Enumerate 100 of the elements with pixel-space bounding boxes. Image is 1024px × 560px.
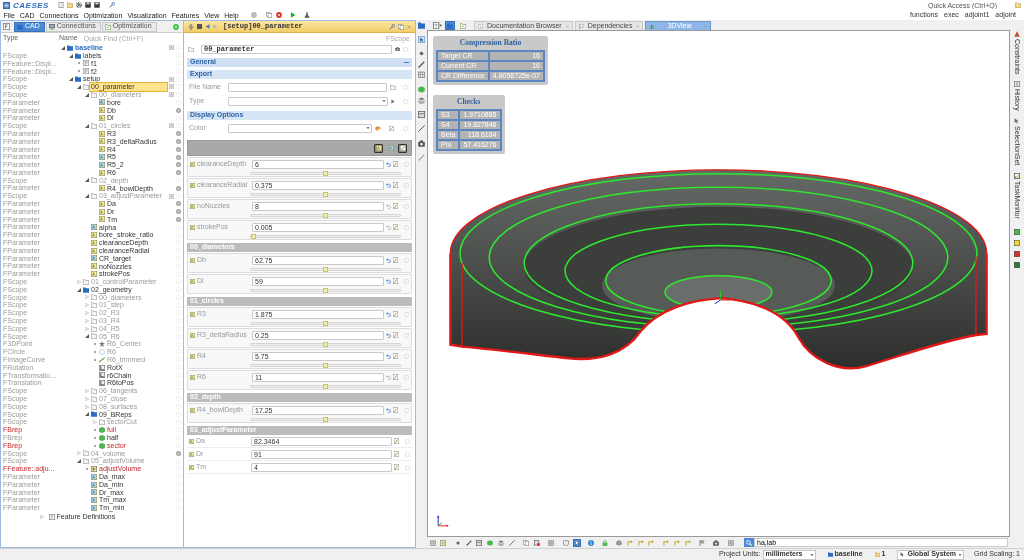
- ring-icon[interactable]: [404, 332, 409, 338]
- edit-icon[interactable]: [393, 257, 398, 263]
- ring-icon[interactable]: [404, 353, 409, 359]
- ring-icon[interactable]: [176, 162, 181, 168]
- copy-icon[interactable]: [266, 12, 273, 18]
- slider-thumb[interactable]: [323, 384, 328, 389]
- layers-icon[interactable]: [498, 539, 504, 546]
- ring-icon[interactable]: [404, 257, 409, 263]
- toggle-button[interactable]: [398, 143, 407, 153]
- edit-icon[interactable]: [393, 161, 398, 167]
- slider-thumb[interactable]: [323, 267, 328, 272]
- edit-icon[interactable]: [393, 311, 398, 317]
- dot-icon[interactable]: [418, 49, 425, 57]
- ring-icon[interactable]: [404, 278, 409, 284]
- ring-icon[interactable]: [404, 407, 409, 413]
- flag-icon[interactable]: [699, 539, 705, 546]
- ring-icon[interactable]: [176, 131, 181, 137]
- move-icon[interactable]: [188, 23, 194, 30]
- caret-icon[interactable]: [68, 77, 73, 82]
- edit-icon[interactable]: [393, 332, 398, 338]
- play-icon[interactable]: [391, 98, 395, 104]
- edit-icon[interactable]: [393, 203, 398, 209]
- square-icon[interactable]: [1014, 251, 1020, 258]
- edit-icon[interactable]: [393, 278, 398, 284]
- ring-icon[interactable]: [405, 464, 410, 470]
- slider-thumb[interactable]: [323, 363, 328, 368]
- edit-icon[interactable]: [393, 182, 398, 188]
- grid-icon[interactable]: [548, 539, 554, 546]
- caret-icon[interactable]: [76, 459, 81, 464]
- line-icon[interactable]: [418, 124, 425, 132]
- folder-icon[interactable]: [1015, 2, 1021, 8]
- slider-thumb[interactable]: [323, 417, 328, 422]
- info-icon[interactable]: [588, 539, 594, 546]
- ring-icon[interactable]: [176, 154, 181, 160]
- undo-icon[interactable]: [386, 161, 391, 167]
- ring-icon[interactable]: [176, 201, 181, 207]
- toggle-button[interactable]: [573, 538, 581, 547]
- ring-icon[interactable]: [404, 374, 409, 380]
- circle-icon[interactable]: [251, 12, 258, 18]
- slider-thumb[interactable]: [323, 192, 328, 197]
- slider-thumb[interactable]: [323, 288, 328, 293]
- ring-icon[interactable]: [404, 161, 409, 167]
- caret-icon[interactable]: [84, 412, 89, 417]
- ring-icon[interactable]: [404, 182, 409, 188]
- ring-icon[interactable]: [405, 451, 410, 457]
- grid-icon[interactable]: [430, 539, 436, 546]
- copy-icon[interactable]: [398, 23, 404, 30]
- undo-icon[interactable]: [386, 257, 391, 263]
- ring-icon[interactable]: [176, 185, 181, 191]
- undo-icon[interactable]: [386, 203, 391, 209]
- toggle-button[interactable]: [562, 538, 570, 547]
- grid-icon[interactable]: [433, 22, 442, 29]
- copy-icon[interactable]: [523, 539, 529, 546]
- save-icon[interactable]: [84, 2, 91, 8]
- dropdown-field[interactable]: [228, 96, 388, 106]
- input-field[interactable]: [228, 82, 387, 92]
- ring-icon[interactable]: [404, 203, 409, 209]
- pen-icon[interactable]: [418, 60, 425, 68]
- undo-icon[interactable]: [386, 311, 391, 317]
- dropdown-field[interactable]: [228, 123, 372, 133]
- layers-icon[interactable]: [418, 96, 425, 104]
- caret-icon[interactable]: [84, 123, 89, 128]
- slider-thumb[interactable]: [323, 213, 328, 218]
- slider-thumb[interactable]: [323, 171, 328, 176]
- line-icon[interactable]: [509, 539, 515, 546]
- ring-icon[interactable]: [403, 98, 408, 104]
- settings-icon[interactable]: [75, 2, 82, 8]
- caret-icon[interactable]: [84, 334, 89, 339]
- square-icon[interactable]: [3, 23, 10, 30]
- toggle-button[interactable]: [374, 143, 383, 153]
- ring-icon[interactable]: [176, 450, 181, 456]
- flask-icon[interactable]: [304, 12, 311, 18]
- slider-thumb[interactable]: [251, 234, 256, 239]
- ring-icon[interactable]: [176, 107, 181, 113]
- slider-thumb[interactable]: [323, 342, 328, 347]
- camera-icon[interactable]: [395, 47, 400, 51]
- grid-icon[interactable]: [418, 70, 425, 78]
- edit-icon[interactable]: [389, 125, 394, 131]
- wrench-icon[interactable]: [389, 23, 395, 30]
- hexagon-icon[interactable]: [487, 539, 493, 546]
- slider-thumb[interactable]: [323, 321, 328, 326]
- box-icon[interactable]: [418, 110, 425, 118]
- edit-icon[interactable]: [393, 374, 398, 380]
- ring-icon[interactable]: [176, 138, 181, 144]
- square-icon[interactable]: [1014, 229, 1020, 236]
- camera-icon[interactable]: [713, 539, 719, 546]
- palette-icon[interactable]: [375, 125, 381, 131]
- ring-icon[interactable]: [176, 146, 181, 152]
- edit-icon[interactable]: [393, 224, 398, 230]
- ring-icon[interactable]: [404, 311, 409, 317]
- edit-icon[interactable]: [394, 451, 399, 457]
- undo-icon[interactable]: [386, 407, 391, 413]
- edit-icon[interactable]: [394, 438, 399, 444]
- undo-icon[interactable]: [386, 182, 391, 188]
- save-icon[interactable]: [93, 2, 100, 8]
- ring-icon[interactable]: [176, 209, 181, 215]
- square-icon[interactable]: [1014, 262, 1020, 269]
- edit-icon[interactable]: [394, 464, 399, 470]
- square-icon[interactable]: [1014, 240, 1020, 247]
- edit-icon[interactable]: [393, 407, 398, 413]
